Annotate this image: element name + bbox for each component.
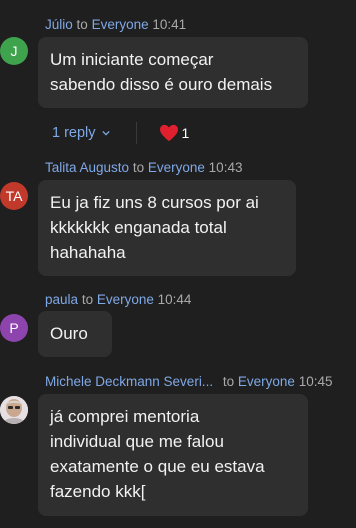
message-header: Júlio to Everyone 10:41	[45, 17, 186, 32]
avatar[interactable]: TA	[0, 182, 28, 210]
message-bubble[interactable]: Ouro	[38, 311, 112, 357]
message-text-line: fazendo kkk[	[50, 482, 146, 501]
message-bubble[interactable]: Um iniciante começar sabendo disso é our…	[38, 37, 308, 108]
to-label: to	[132, 160, 145, 175]
avatar-initials: J	[10, 43, 18, 59]
timestamp: 10:45	[298, 374, 333, 389]
to-label: to	[222, 374, 235, 389]
timestamp: 10:44	[157, 292, 192, 307]
recipient-name[interactable]: Everyone	[92, 17, 149, 32]
message-text-line: kkkkkkk enganada total	[50, 218, 227, 237]
message-header: Michele Deckmann Severi... to Everyone 1…	[45, 374, 332, 389]
author-name[interactable]: Júlio	[45, 17, 73, 32]
author-name[interactable]: Talita Augusto	[45, 160, 129, 175]
recipient-name[interactable]: Everyone	[238, 374, 295, 389]
message-header: Talita Augusto to Everyone 10:43	[45, 160, 242, 175]
message-header: paula to Everyone 10:44	[45, 292, 191, 307]
reaction-bar: 1 reply 1	[52, 122, 189, 144]
message-text-line: sabendo disso é ouro demais	[50, 75, 273, 94]
divider	[135, 122, 137, 144]
recipient-name[interactable]: Everyone	[148, 160, 205, 175]
chevron-down-icon[interactable]	[101, 129, 110, 137]
message-text-line: Eu ja fiz uns 8 cursos por ai	[50, 193, 259, 212]
timestamp: 10:43	[208, 160, 243, 175]
message-bubble[interactable]: Eu ja fiz uns 8 cursos por ai kkkkkkk en…	[38, 180, 296, 276]
heart-reaction[interactable]: 1	[159, 124, 190, 142]
message-text-line: individual que me falou	[50, 432, 224, 451]
reply-count-link[interactable]: 1 reply	[52, 125, 96, 141]
avatar[interactable]: P	[0, 314, 28, 342]
message-text-line: já comprei mentoria	[50, 407, 200, 426]
avatar-initials: P	[9, 320, 19, 336]
message-bubble[interactable]: já comprei mentoria individual que me fa…	[38, 394, 308, 516]
heart-count: 1	[181, 125, 190, 141]
message-text-line: hahahaha	[50, 243, 126, 262]
message-text-line: Um iniciante começar	[50, 50, 214, 69]
timestamp: 10:41	[152, 17, 187, 32]
to-label: to	[81, 292, 94, 307]
to-label: to	[76, 17, 88, 32]
author-name[interactable]: Michele Deckmann Severi...	[45, 374, 213, 389]
avatar-photo-icon	[0, 396, 28, 424]
author-name[interactable]: paula	[45, 292, 78, 307]
message-text-line: Ouro	[50, 324, 88, 343]
avatar[interactable]	[0, 396, 28, 424]
message-text-line: exatamente o que eu estava	[50, 457, 265, 476]
avatar-initials: TA	[5, 188, 23, 204]
avatar[interactable]: J	[0, 37, 28, 65]
heart-icon	[159, 124, 178, 142]
recipient-name[interactable]: Everyone	[97, 292, 154, 307]
